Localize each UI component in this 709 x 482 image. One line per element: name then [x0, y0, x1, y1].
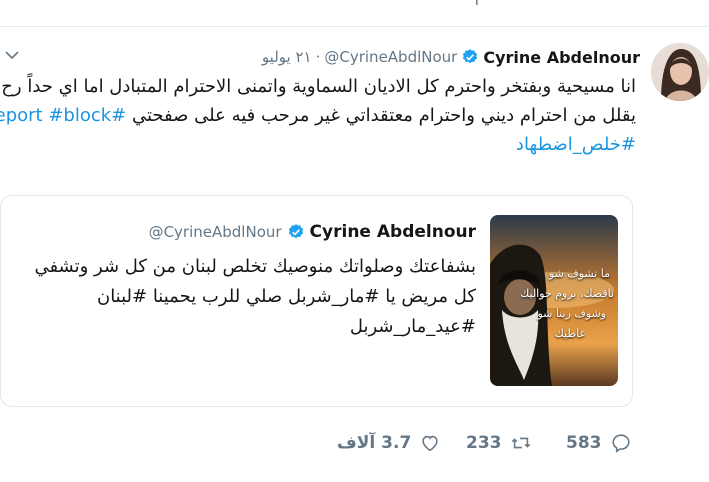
chevron-down-icon[interactable]: [4, 48, 20, 62]
tweet-actions: 583 233 3.7 آلاف: [0, 432, 709, 462]
avatar-image: [651, 43, 709, 101]
tweet-text-line: #خلص_اضطهاد: [16, 130, 636, 159]
image-caption: عاطيك: [554, 327, 586, 340]
quoted-text-line: بشفاعتك وصلواتك منوصيك تخلص لبنان من كل …: [34, 256, 476, 277]
tweet-text: انا مسيحية وبفتخر واحترم كل الاديان السم…: [0, 72, 636, 159]
tweet-header: Cyrine Abdelnour @CyrineAbdlNour · ٢١ يو…: [262, 46, 640, 68]
hashtag-link[interactable]: #خلص_اضطهاد: [516, 134, 636, 155]
quoted-tweet-text: بشفاعتك وصلواتك منوصيك تخلص لبنان من كل …: [34, 252, 476, 342]
hashtag-link[interactable]: #block: [48, 105, 111, 126]
quoted-author-name[interactable]: Cyrine Abdelnour: [310, 222, 476, 242]
quoted-text-line: كل مريض يا #مار_شربل صلي للرب يحمينا #لب…: [96, 286, 476, 307]
faded-text: ٓ اٴ: [470, 0, 484, 9]
tweet-text-line: انا مسيحية وبفتخر واحترم كل الاديان السم…: [1, 76, 636, 97]
quoted-tweet-header: Cyrine Abdelnour @CyrineAbdlNour: [149, 220, 476, 244]
retweet-count: 233: [466, 433, 502, 453]
retweet-icon: [511, 437, 530, 449]
author-handle[interactable]: @CyrineAbdlNour: [324, 48, 457, 66]
quoted-tweet-image[interactable]: ما تشوف شو ناقصك، بروم حواليك وشوف ربنا …: [490, 215, 618, 386]
author-name[interactable]: Cyrine Abdelnour: [483, 48, 640, 67]
heart-icon: [422, 435, 438, 452]
tweet-text-line: يقلل من احترام ديني واحترام معتقداتي غير…: [0, 101, 636, 130]
previous-tweet-strip: ٓٓٓ ٓ اٴ ٓ: [0, 0, 709, 27]
retweet-button[interactable]: 233: [466, 432, 532, 454]
verified-badge-icon: [463, 49, 478, 64]
saint-portrait-image: [490, 215, 618, 386]
avatar[interactable]: [651, 43, 709, 101]
quoted-author-handle[interactable]: @CyrineAbdlNour: [149, 223, 282, 241]
quoted-text-line: #عيد_مار_شربل: [349, 316, 476, 337]
tweet-date[interactable]: ٢١ يوليو: [262, 48, 312, 66]
image-caption: ناقصك، بروم حواليك: [520, 287, 614, 300]
reply-button[interactable]: 583: [566, 432, 632, 454]
reply-icon: [611, 434, 630, 453]
like-button[interactable]: 3.7 آلاف: [337, 432, 441, 454]
verified-badge-icon: [288, 224, 303, 239]
separator-dot: ·: [315, 48, 321, 66]
like-count: 3.7 آلاف: [337, 433, 412, 453]
image-caption: وشوف ربنا شو: [537, 307, 606, 320]
image-caption: ما تشوف شو: [548, 267, 610, 280]
tweet-text-segment: يقلل من احترام ديني واحترام معتقداتي غير…: [132, 105, 636, 126]
reply-count: 583: [566, 433, 602, 453]
